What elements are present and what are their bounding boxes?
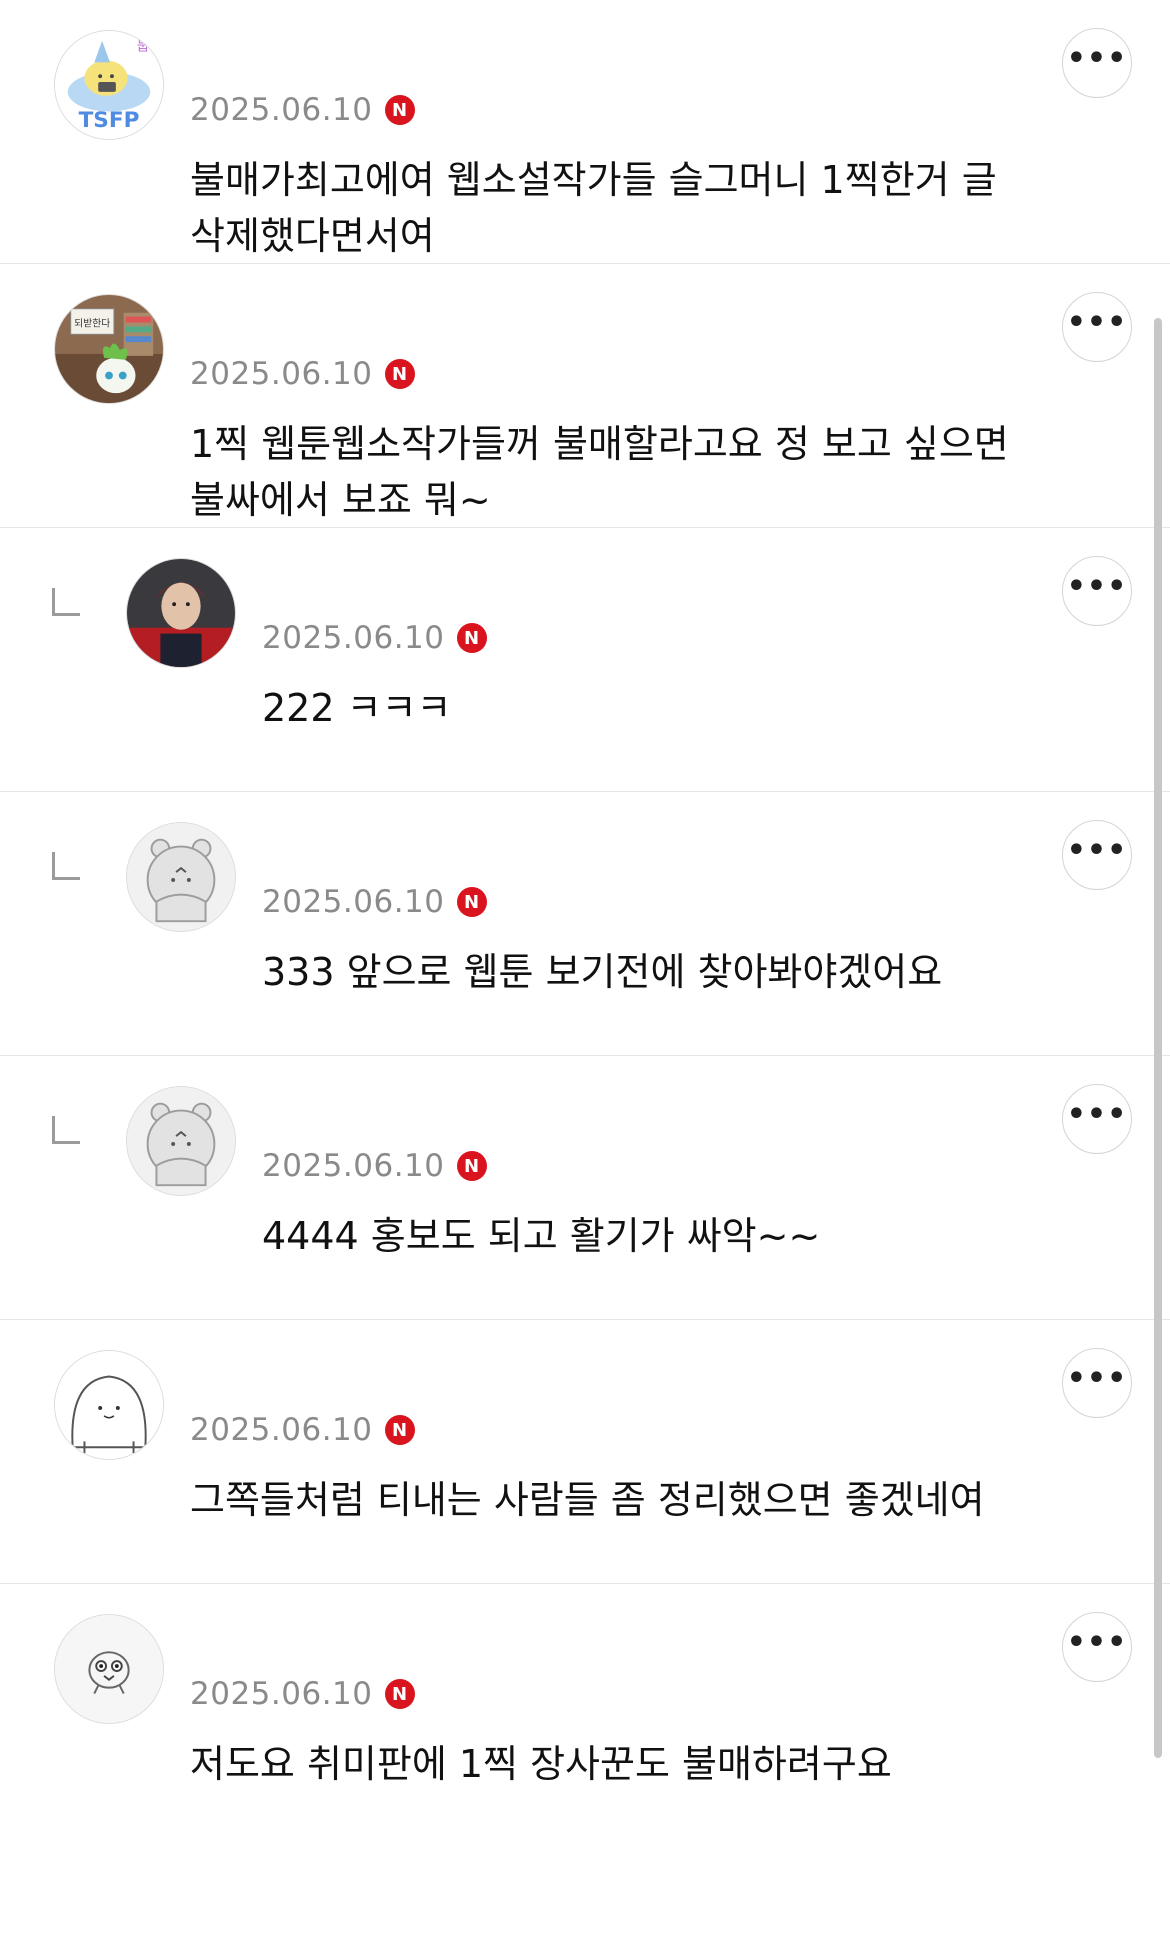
more-options-button[interactable]: ••• <box>1062 1612 1132 1682</box>
more-options-icon: ••• <box>1066 1361 1128 1396</box>
more-options-button[interactable]: ••• <box>1062 1348 1132 1418</box>
naver-badge-icon: N <box>384 1415 415 1445</box>
bird-character-avatar[interactable] <box>54 1614 164 1724</box>
more-options-icon: ••• <box>1066 305 1128 340</box>
comment-meta: 2025.06.10 N <box>190 354 415 394</box>
comment-date: 2025.06.10 <box>190 92 373 128</box>
comment-date: 2025.06.10 <box>262 620 445 656</box>
reply-comment-item: 2025.06.10 N 4444 홍보도 되고 활기가 싸악~~ ••• <box>0 1056 1170 1320</box>
comment-item: 2025.06.10 N 그쪽들처럼 티내는 사람들 좀 정리했으면 좋겠네여 … <box>0 1320 1170 1584</box>
comment-meta: 2025.06.10 N <box>190 1410 415 1450</box>
more-options-button[interactable]: ••• <box>1062 1084 1132 1154</box>
comment-date: 2025.06.10 <box>262 1148 445 1184</box>
comment-item: 되받한다 2025.06.10 N 1찍 웹툰웹소작가들꺼 불매할라고요 정 보… <box>0 264 1170 528</box>
hamster-default-avatar[interactable] <box>126 1086 236 1196</box>
hamster-default-avatar[interactable] <box>126 822 236 932</box>
more-options-button[interactable]: ••• <box>1062 556 1132 626</box>
comment-item: 눕눕 TSFP 2025.06.10 N 불매가최고에여 웹소설작가들 슬그머니… <box>0 0 1170 264</box>
comment-meta: 2025.06.10 N <box>262 882 487 922</box>
avatar-sign-text: 되받한다 <box>74 317 110 329</box>
more-options-icon: ••• <box>1066 569 1128 604</box>
reply-comment-item: 2025.06.10 N 333 앞으로 웹툰 보기전에 찾아봐야겠어요 ••• <box>0 792 1170 1056</box>
more-options-icon: ••• <box>1066 41 1128 76</box>
reply-comment-item: 2025.06.10 N 222 ㅋㅋㅋ ••• <box>0 528 1170 792</box>
naver-badge-icon: N <box>384 359 415 389</box>
more-options-icon: ••• <box>1066 833 1128 868</box>
person-avatar-image <box>127 559 235 667</box>
more-options-icon: ••• <box>1066 1097 1128 1132</box>
blob-avatar-image <box>55 1351 163 1459</box>
reply-arrow-icon <box>52 852 80 880</box>
tsfp-avatar-image: 눕눕 TSFP <box>55 31 163 139</box>
avatar-caption: 눕눕 <box>137 39 162 55</box>
more-options-button[interactable]: ••• <box>1062 292 1132 362</box>
comment-meta: 2025.06.10 N <box>190 1674 415 1714</box>
comment-text: 저도요 취미판에 1찍 장사꾼도 불매하려구요 <box>190 1742 892 1786</box>
plant-avatar-image: 되받한다 <box>55 295 163 403</box>
comment-meta: 2025.06.10 N <box>190 90 415 130</box>
naver-badge-icon: N <box>456 1151 487 1181</box>
comment-text: 1찍 웹툰웹소작가들꺼 불매할라고요 정 보고 싶으면 불싸에서 보죠 뭐~ <box>190 422 1009 522</box>
vertical-scrollbar[interactable] <box>1154 318 1162 1758</box>
comment-text: 불매가최고에여 웹소설작가들 슬그머니 1찍한거 글 삭제했다면서여 <box>190 158 997 258</box>
blob-character-avatar[interactable] <box>54 1350 164 1460</box>
more-options-button[interactable]: ••• <box>1062 28 1132 98</box>
comment-meta: 2025.06.10 N <box>262 618 487 658</box>
comment-date: 2025.06.10 <box>262 884 445 920</box>
comment-text: 333 앞으로 웹툰 보기전에 찾아봐야겠어요 <box>262 950 943 994</box>
naver-badge-icon: N <box>456 623 487 653</box>
reply-arrow-icon <box>52 588 80 616</box>
comment-meta: 2025.06.10 N <box>262 1146 487 1186</box>
comment-date: 2025.06.10 <box>190 1676 373 1712</box>
comment-date: 2025.06.10 <box>190 356 373 392</box>
comment-text: 그쪽들처럼 티내는 사람들 좀 정리했으면 좋겠네여 <box>190 1478 985 1522</box>
person-photo-avatar[interactable] <box>126 558 236 668</box>
naver-badge-icon: N <box>384 1679 415 1709</box>
comment-list: 눕눕 TSFP 2025.06.10 N 불매가최고에여 웹소설작가들 슬그머니… <box>0 0 1170 1848</box>
plant-character-avatar[interactable]: 되받한다 <box>54 294 164 404</box>
tsfp-character-avatar[interactable]: 눕눕 TSFP <box>54 30 164 140</box>
naver-badge-icon: N <box>384 95 415 125</box>
comment-date: 2025.06.10 <box>190 1412 373 1448</box>
comment-item: 2025.06.10 N 저도요 취미판에 1찍 장사꾼도 불매하려구요 ••• <box>0 1584 1170 1848</box>
hamster-avatar-image <box>127 823 235 931</box>
comment-text: 4444 홍보도 되고 활기가 싸악~~ <box>262 1214 821 1258</box>
reply-arrow-icon <box>52 1116 80 1144</box>
hamster-avatar-image <box>127 1087 235 1195</box>
more-options-button[interactable]: ••• <box>1062 820 1132 890</box>
bird-avatar-image <box>55 1615 163 1723</box>
avatar-text: TSFP <box>79 108 140 133</box>
more-options-icon: ••• <box>1066 1625 1128 1660</box>
naver-badge-icon: N <box>456 887 487 917</box>
comment-text: 222 ㅋㅋㅋ <box>262 686 452 730</box>
